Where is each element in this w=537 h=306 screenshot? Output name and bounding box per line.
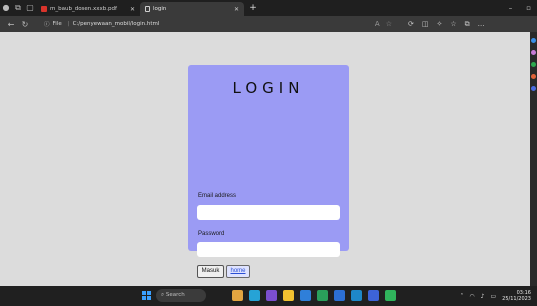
excel-icon[interactable] — [317, 290, 328, 301]
tab-actions-icon[interactable]: ▢ — [24, 0, 36, 16]
chrome-icon[interactable] — [351, 290, 362, 301]
taskbar-apps — [232, 290, 396, 301]
address-bar[interactable]: ⓘ File | C:/penyewaan_mobil/login.html A… — [40, 18, 396, 30]
document-icon — [145, 6, 150, 12]
login-title: LOGIN — [232, 79, 305, 97]
favorites-icon[interactable]: ☆ — [450, 20, 456, 29]
extensions-icon[interactable]: ✧ — [437, 20, 443, 29]
maximize-icon[interactable]: ▫ — [526, 0, 531, 16]
address-separator: | — [67, 21, 70, 27]
back-icon[interactable]: ← — [4, 20, 18, 29]
menu-icon[interactable]: … — [478, 20, 485, 29]
page-viewport: LOGIN Email address Password Masuk home — [0, 32, 530, 286]
copilot-icon[interactable] — [531, 50, 536, 55]
start-button[interactable] — [142, 291, 151, 300]
password-field[interactable] — [197, 242, 340, 257]
pdf-icon — [41, 6, 47, 12]
start-icon-tile — [142, 291, 146, 295]
reload-icon[interactable]: ↻ — [18, 20, 32, 29]
workspaces-icon[interactable]: ⧉ — [12, 0, 24, 16]
new-tab-button[interactable]: + — [248, 3, 258, 13]
chevron-up-icon[interactable]: ˄ — [460, 293, 463, 300]
profile-icon[interactable]: ● — [0, 0, 12, 16]
toolbar-icons: ⟳ ◫ ✧ ☆ ⧉ … — [408, 20, 485, 29]
tools-icon[interactable] — [531, 62, 536, 67]
edge-sidebar — [530, 32, 537, 286]
email-label: Email address — [198, 193, 237, 199]
system-tray: ˄ ◠ ♪ ▭ 03:16 25/11/2023 — [460, 286, 531, 306]
close-icon[interactable]: ✕ — [234, 6, 239, 13]
battery-icon[interactable]: ▭ — [491, 293, 497, 300]
outlook-icon[interactable] — [531, 86, 536, 91]
submit-button[interactable]: Masuk — [197, 265, 224, 278]
teams-icon[interactable] — [266, 290, 277, 301]
taskbar-search-placeholder: Search — [165, 292, 185, 298]
tab-login-label: login — [153, 6, 167, 12]
file-explorer-icon[interactable] — [283, 290, 294, 301]
tab-pdf-label: m_baub_dosen.xxxb.pdf — [50, 6, 117, 12]
search-icon[interactable] — [531, 38, 536, 43]
address-scheme: File — [52, 21, 62, 27]
store-icon[interactable] — [300, 290, 311, 301]
edge-browser-icon[interactable] — [249, 290, 260, 301]
tab-pdf[interactable]: m_baub_dosen.xxxb.pdf ✕ — [36, 2, 140, 16]
office-icon[interactable] — [531, 74, 536, 79]
start-icon-tile — [147, 291, 151, 295]
login-card: LOGIN Email address Password Masuk home — [188, 65, 349, 278]
minimize-icon[interactable]: – — [509, 0, 513, 16]
browser-tab-bar: ● ⧉ ▢ m_baub_dosen.xxxb.pdf ✕ login ✕ + … — [0, 0, 537, 16]
volume-icon[interactable]: ♪ — [481, 293, 485, 300]
start-icon-tile — [147, 296, 151, 300]
vscode-icon[interactable] — [334, 290, 345, 301]
collections-icon[interactable]: ⧉ — [465, 20, 470, 29]
wifi-icon[interactable]: ◠ — [469, 293, 474, 300]
info-icon[interactable]: ⓘ — [44, 20, 50, 28]
password-label: Password — [198, 231, 225, 237]
widgets-icon[interactable] — [232, 290, 243, 301]
windows-taskbar: ⌕ Search ˄ ◠ ♪ ▭ 03:16 25/11/2023 — [0, 286, 537, 306]
whatsapp-icon[interactable] — [385, 290, 396, 301]
clock-date: 25/11/2023 — [502, 296, 531, 302]
split-screen-icon[interactable]: ◫ — [422, 20, 429, 29]
taskbar-search[interactable]: ⌕ Search — [156, 289, 206, 302]
omnibox-actions: A ☆ — [375, 18, 392, 30]
favorite-star-icon[interactable]: ☆ — [386, 18, 392, 30]
refresh-icon[interactable]: ⟳ — [408, 20, 414, 29]
app-icon[interactable] — [368, 290, 379, 301]
home-link-button[interactable]: home — [226, 265, 250, 278]
email-field[interactable] — [197, 205, 340, 220]
tab-login[interactable]: login ✕ — [140, 2, 244, 16]
address-path: C:/penyewaan_mobil/login.html — [72, 21, 160, 27]
browser-toolbar: ← ↻ ⓘ File | C:/penyewaan_mobil/login.ht… — [0, 16, 537, 32]
start-icon-tile — [142, 296, 146, 300]
window-controls: – ▫ — [509, 0, 531, 16]
read-aloud-icon[interactable]: A — [375, 18, 380, 30]
clock[interactable]: 03:16 25/11/2023 — [502, 290, 531, 302]
close-icon[interactable]: ✕ — [130, 6, 135, 13]
